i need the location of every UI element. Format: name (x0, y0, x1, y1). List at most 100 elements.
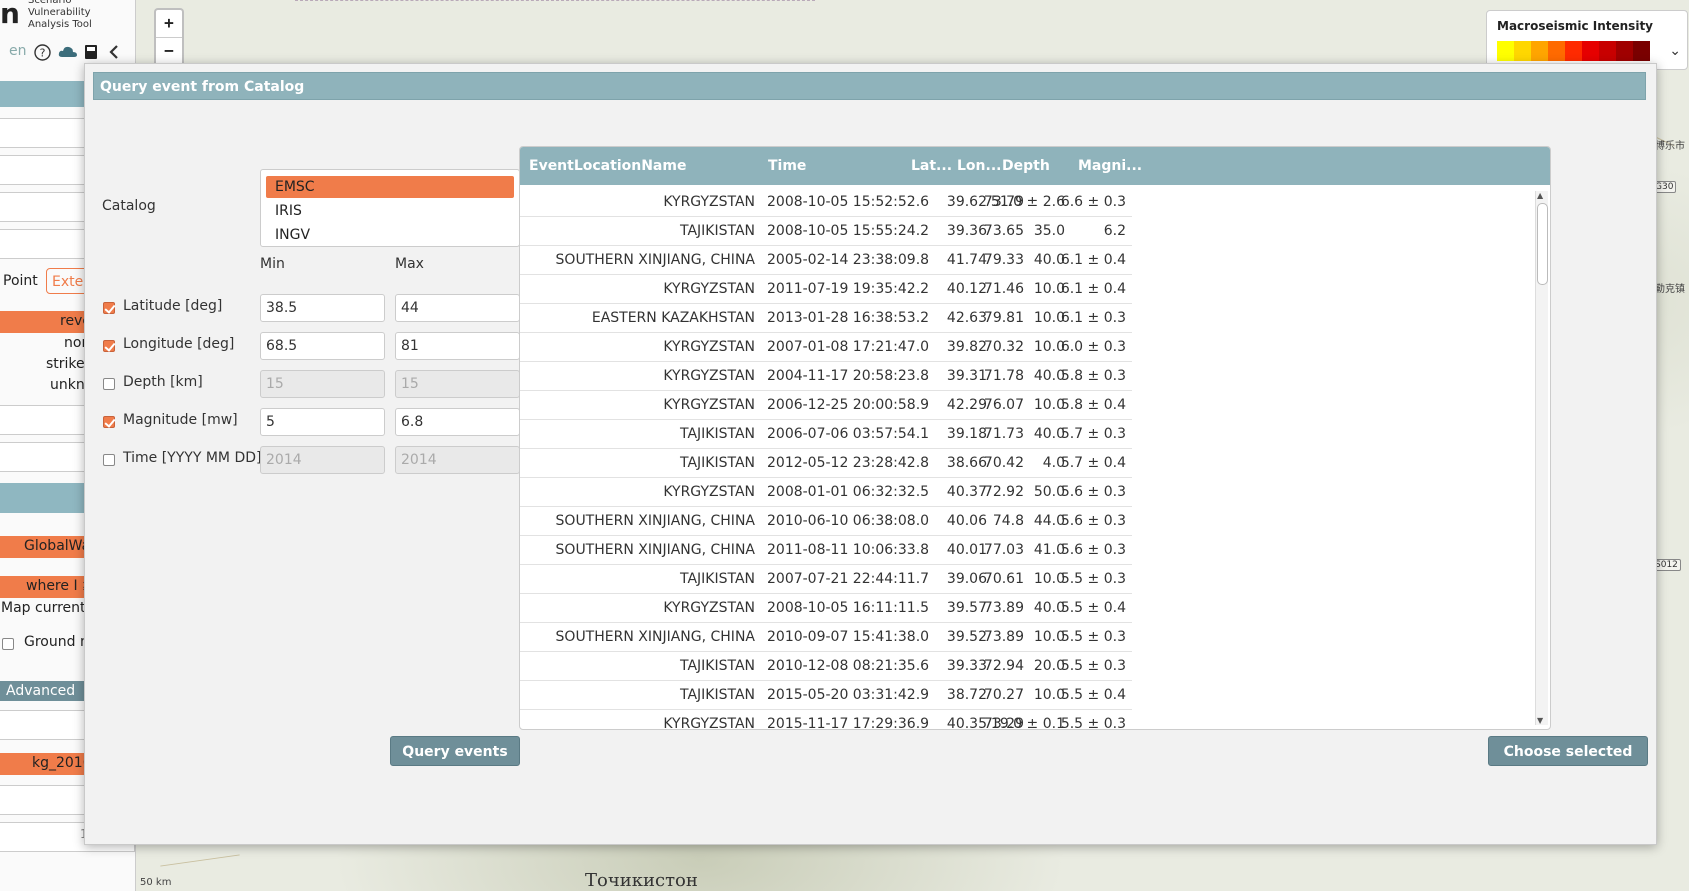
help-icon[interactable]: ? (34, 44, 51, 65)
table-row[interactable]: TAJIKISTAN 2006-07-06 03:57:54.1 39.18 71.7… (520, 420, 1132, 449)
column-header-latitude[interactable]: Lat... (911, 158, 952, 174)
cell-location: KYRGYZSTAN (663, 716, 755, 730)
cell-longitude: 70.27 (983, 687, 1024, 703)
query-events-button[interactable]: Query events (390, 736, 520, 766)
cell-latitude: 40.12 (946, 281, 987, 297)
cell-magnitude: 5.5 ± 0.3 (1060, 571, 1126, 587)
intensity-legend: Macroseismic Intensity ⌄ (1486, 10, 1688, 70)
table-row[interactable]: SOUTHERN XINJIANG, CHINA 2011-08-11 10:06… (520, 536, 1132, 565)
cell-magnitude: 6.1 ± 0.4 (1060, 281, 1126, 297)
table-row[interactable]: KYRGYZSTAN 2008-01-01 06:32:32.5 40.37 72.9… (520, 478, 1132, 507)
point-label: Point (3, 273, 38, 289)
cell-depth: 51.0 ± 2.6 (990, 194, 1065, 210)
sidebar-item-unknown[interactable]: unkn (50, 377, 85, 393)
table-row[interactable]: KYRGYZSTAN 2004-11-17 20:58:23.8 39.31 71.7… (520, 362, 1132, 391)
cell-latitude: 39.62 (946, 194, 987, 210)
ground-motion-checkbox[interactable] (2, 638, 14, 650)
legend-swatch (1616, 41, 1633, 61)
table-row[interactable]: EASTERN KAZAKHSTAN 2013-01-28 16:38:53.2 4… (520, 304, 1132, 333)
catalog-item-iris[interactable]: IRIS (266, 200, 514, 222)
table-row[interactable]: TAJIKISTAN 2012-05-12 23:28:42.8 38.66 70.4… (520, 449, 1132, 478)
catalog-list[interactable]: EMSC IRIS INGV (260, 169, 520, 247)
table-scrollbar[interactable]: ▲ ▼ (1535, 191, 1548, 725)
cell-longitude: 73.89 (983, 629, 1024, 645)
cell-magnitude: 5.7 ± 0.4 (1060, 455, 1126, 471)
cell-location: KYRGYZSTAN (663, 281, 755, 297)
cell-location: SOUTHERN XINJIANG, CHINA (555, 513, 755, 529)
cell-longitude: 74.8 (992, 513, 1024, 529)
cell-magnitude: 5.6 ± 0.3 (1060, 542, 1126, 558)
table-row[interactable]: KYRGYZSTAN 2008-10-05 16:11:11.5 39.57 73.8… (520, 594, 1132, 623)
table-row[interactable]: KYRGYZSTAN 2015-11-17 17:29:36.9 40.35 73.2… (520, 710, 1132, 730)
chevron-down-icon[interactable]: ⌄ (1669, 43, 1681, 59)
language-selector[interactable]: en (9, 43, 27, 59)
cell-depth: 19.0 ± 0.1 (990, 716, 1065, 730)
catalog-label: Catalog (102, 198, 156, 214)
catalog-item-ingv[interactable]: INGV (266, 224, 514, 246)
cell-time: 2011-07-19 19:35:42.2 (767, 281, 930, 297)
table-row[interactable]: TAJIKISTAN 2010-12-08 08:21:35.6 39.33 72.9… (520, 652, 1132, 681)
table-row[interactable]: SOUTHERN XINJIANG, CHINA 2010-06-10 06:38… (520, 507, 1132, 536)
latitude-min-input[interactable]: 38.5 (260, 294, 385, 322)
catalog-item-emsc[interactable]: EMSC (266, 176, 514, 198)
table-row[interactable]: KYRGYZSTAN 2006-12-25 20:00:58.9 42.29 76.0… (520, 391, 1132, 420)
depth-min-input[interactable]: 15 (260, 370, 385, 398)
cell-latitude: 38.66 (946, 455, 987, 471)
column-header-time[interactable]: Time (768, 158, 806, 174)
table-row[interactable]: SOUTHERN XINJIANG, CHINA 2010-09-07 15:41… (520, 623, 1132, 652)
magnitude-min-input[interactable]: 5 (260, 408, 385, 436)
dialog-title: Query event from Catalog (93, 72, 1646, 100)
cell-magnitude: 5.5 ± 0.3 (1060, 658, 1126, 674)
table-row[interactable]: TAJIKISTAN 2008-10-05 15:55:24.2 39.36 73.6… (520, 217, 1132, 246)
table-row[interactable]: TAJIKISTAN 2015-05-20 03:31:42.9 38.72 70.2… (520, 681, 1132, 710)
cell-location: KYRGYZSTAN (663, 484, 755, 500)
scroll-down-icon[interactable]: ▼ (1537, 716, 1543, 725)
column-header-depth[interactable]: Depth (1002, 158, 1050, 174)
latitude-max-input[interactable]: 44 (395, 294, 520, 322)
table-row[interactable]: KYRGYZSTAN 2007-01-08 17:21:47.0 39.82 70.3… (520, 333, 1132, 362)
cell-depth: 35.0 (1033, 223, 1065, 239)
sidebar-item-strike[interactable]: strike (46, 356, 85, 372)
time-checkbox[interactable] (103, 454, 115, 466)
cell-latitude: 41.74 (946, 252, 987, 268)
zoom-out-button[interactable]: − (156, 38, 182, 65)
table-row[interactable]: SOUTHERN XINJIANG, CHINA 2005-02-14 23:38… (520, 246, 1132, 275)
legend-swatch (1582, 41, 1599, 61)
magnitude-checkbox[interactable] (103, 416, 115, 428)
scroll-up-icon[interactable]: ▲ (1537, 191, 1543, 200)
longitude-min-input[interactable]: 68.5 (260, 332, 385, 360)
table-row[interactable]: TAJIKISTAN 2007-07-21 22:44:11.7 39.06 70.6… (520, 565, 1132, 594)
depth-checkbox[interactable] (103, 378, 115, 390)
column-header-magnitude[interactable]: Magni... (1078, 158, 1142, 174)
cell-location: KYRGYZSTAN (663, 600, 755, 616)
column-header-longitude[interactable]: Lon... (957, 158, 1001, 174)
time-min-input[interactable]: 2014 (260, 446, 385, 474)
legend-swatch (1531, 41, 1548, 61)
legend-swatch (1497, 41, 1514, 61)
legend-title: Macroseismic Intensity (1497, 19, 1653, 33)
table-row[interactable]: KYRGYZSTAN 2008-10-05 15:52:52.6 39.62 73.7… (520, 188, 1132, 217)
time-max-input[interactable]: 2014 (395, 446, 520, 474)
longitude-checkbox[interactable] (103, 340, 115, 352)
column-header-location[interactable]: EventLocationName (529, 158, 686, 174)
cell-longitude: 79.81 (983, 310, 1024, 326)
zoom-control: + − (154, 8, 184, 68)
latitude-checkbox[interactable] (103, 302, 115, 314)
scrollbar-thumb[interactable] (1537, 203, 1548, 285)
collapse-chevron-icon[interactable] (108, 44, 120, 64)
book-icon[interactable] (84, 44, 98, 64)
depth-max-input[interactable]: 15 (395, 370, 520, 398)
cell-location: TAJIKISTAN (679, 658, 755, 674)
cell-time: 2008-10-05 15:55:24.2 (767, 223, 930, 239)
zoom-in-button[interactable]: + (156, 10, 182, 38)
table-row[interactable]: KYRGYZSTAN 2011-07-19 19:35:42.2 40.12 71.4… (520, 275, 1132, 304)
cloud-icon[interactable] (58, 44, 78, 64)
longitude-max-input[interactable]: 81 (395, 332, 520, 360)
choose-selected-button[interactable]: Choose selected (1488, 736, 1648, 766)
cell-longitude: 71.73 (983, 426, 1024, 442)
cell-time: 2010-09-07 15:41:38.0 (767, 629, 930, 645)
magnitude-max-input[interactable]: 6.8 (395, 408, 520, 436)
legend-swatch (1514, 41, 1531, 61)
latitude-label: Latitude [deg] (123, 298, 223, 314)
cell-latitude: 38.72 (946, 687, 987, 703)
